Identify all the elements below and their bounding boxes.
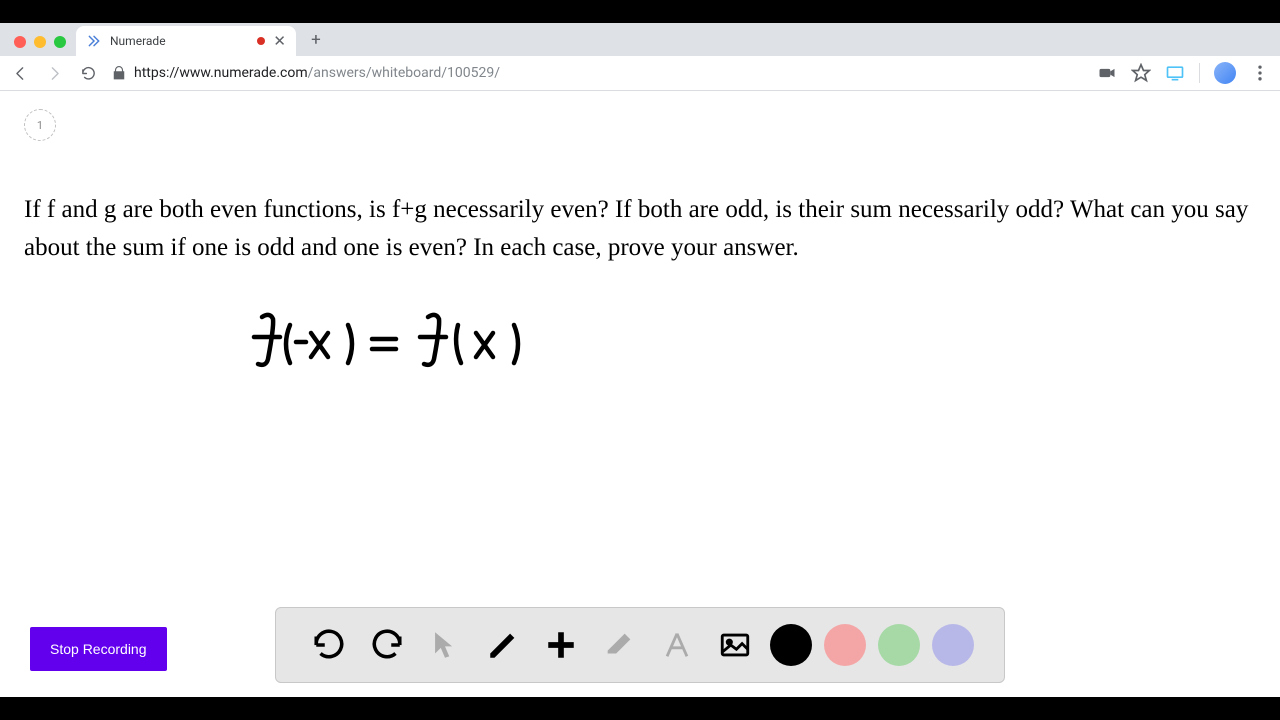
browser-chrome: Numerade ✕ + https://www.numerade.com/an… [0,23,1280,91]
browser-tab[interactable]: Numerade ✕ [76,26,296,56]
undo-button[interactable] [306,622,352,668]
recording-indicator-icon [257,37,265,45]
url-path: /answers/whiteboard/100529/ [308,65,500,81]
eraser-tool-button[interactable] [596,622,642,668]
camera-icon[interactable] [1097,63,1117,83]
color-black-button[interactable] [770,624,812,666]
url-host: https://www.numerade.com [134,65,308,81]
address-bar[interactable]: https://www.numerade.com/answers/whitebo… [112,65,1083,81]
image-tool-button[interactable] [712,622,758,668]
pen-tool-button[interactable] [480,622,526,668]
stop-recording-button[interactable]: Stop Recording [30,627,167,671]
window-controls [8,36,76,56]
close-window-button[interactable] [14,36,26,48]
question-text: If f and g are both even functions, is f… [24,191,1256,266]
url-bar: https://www.numerade.com/answers/whitebo… [0,56,1280,91]
toolbar-right-icons [1097,62,1270,84]
color-purple-button[interactable] [932,624,974,666]
new-tab-button[interactable]: + [302,26,330,54]
color-pink-button[interactable] [824,624,866,666]
minimize-window-button[interactable] [34,36,46,48]
color-green-button[interactable] [878,624,920,666]
letterbox-bottom [0,697,1280,720]
lock-icon [112,66,126,80]
profile-avatar[interactable] [1214,62,1236,84]
tab-favicon-icon [86,33,102,49]
text-tool-button[interactable] [654,622,700,668]
url-text: https://www.numerade.com/answers/whitebo… [134,65,500,81]
page-content: 1 If f and g are both even functions, is… [0,91,1280,697]
bookmark-star-icon[interactable] [1131,63,1151,83]
forward-button[interactable] [44,63,64,83]
reload-button[interactable] [78,63,98,83]
letterbox-top [0,0,1280,23]
maximize-window-button[interactable] [54,36,66,48]
close-tab-button[interactable]: ✕ [273,34,286,49]
whiteboard-toolbar [275,607,1005,683]
tab-title: Numerade [110,34,249,48]
add-tool-button[interactable] [538,622,584,668]
back-button[interactable] [10,63,30,83]
divider [1199,63,1200,83]
page-indicator[interactable]: 1 [24,109,56,141]
tab-bar: Numerade ✕ + [0,23,1280,56]
equation-svg [248,309,548,379]
redo-button[interactable] [364,622,410,668]
handwritten-equation [248,309,548,383]
pointer-tool-button[interactable] [422,622,468,668]
cast-icon[interactable] [1165,63,1185,83]
menu-icon[interactable] [1250,63,1270,83]
